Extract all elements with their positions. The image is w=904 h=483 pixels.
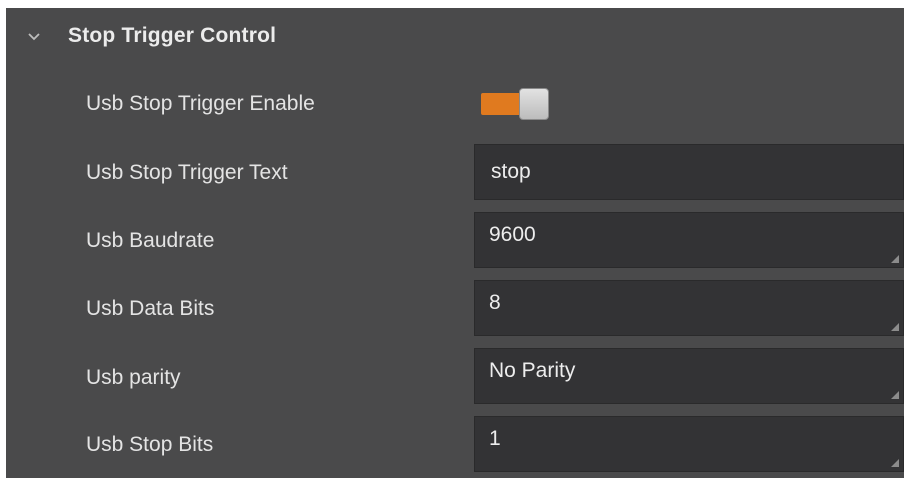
stop-bits-value: 1: [489, 427, 501, 450]
stop-trigger-text-label: Usb Stop Trigger Text: [86, 161, 288, 184]
stop-trigger-enable-label: Usb Stop Trigger Enable: [86, 92, 315, 115]
resize-grip-icon: [891, 323, 899, 331]
parity-value: No Parity: [489, 359, 576, 382]
parity-label: Usb parity: [86, 366, 181, 389]
data-bits-label: Usb Data Bits: [86, 297, 215, 320]
stop-bits-field[interactable]: 1: [474, 416, 904, 472]
data-bits-value: 8: [489, 291, 501, 314]
toggle-knob[interactable]: [519, 88, 549, 120]
baudrate-field[interactable]: 9600: [474, 212, 904, 268]
properties-panel: Stop Trigger Control Usb Stop Trigger En…: [6, 8, 904, 478]
stop-trigger-text-input[interactable]: [474, 144, 904, 200]
parity-field[interactable]: No Parity: [474, 348, 904, 404]
resize-grip-icon: [891, 391, 899, 399]
resize-grip-icon: [891, 459, 899, 467]
section-title: Stop Trigger Control: [68, 24, 277, 47]
stop-trigger-enable-toggle[interactable]: [479, 86, 551, 122]
data-bits-field[interactable]: 8: [474, 280, 904, 336]
resize-grip-icon: [891, 255, 899, 263]
stop-bits-label: Usb Stop Bits: [86, 433, 214, 456]
chevron-down-icon[interactable]: [26, 29, 42, 45]
section-header[interactable]: Stop Trigger Control: [6, 8, 904, 68]
baudrate-label: Usb Baudrate: [86, 229, 215, 252]
baudrate-value: 9600: [489, 223, 536, 246]
